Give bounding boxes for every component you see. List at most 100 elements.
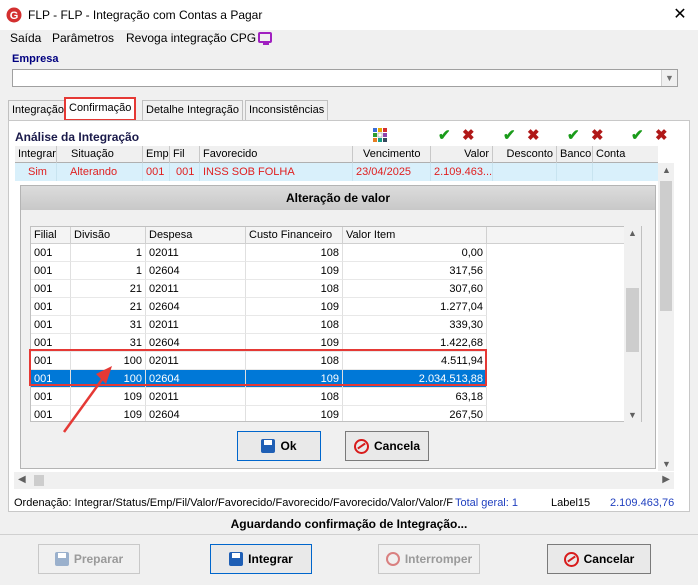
col-vencimento[interactable]: Vencimento [353, 146, 431, 163]
cell-custo: 108 [246, 280, 343, 298]
check-all-integrar-icon[interactable]: ✔ [438, 126, 451, 144]
cell-situacao: Alterando [57, 163, 143, 181]
preparar-button-label: Preparar [73, 552, 124, 566]
scroll-thumb[interactable] [660, 181, 672, 311]
scroll-thumb[interactable] [626, 288, 639, 352]
cell-filial: 001 [31, 280, 71, 298]
empresa-select[interactable]: ▼ [12, 69, 678, 87]
cell-banco [557, 163, 593, 181]
table-row[interactable]: 001 1 02011 108 0,00 [31, 244, 487, 262]
table-row[interactable]: 001 21 02011 108 307,60 [31, 280, 487, 298]
col-situacao[interactable]: Situação [57, 146, 143, 163]
cancela-button[interactable]: Cancela [345, 431, 429, 461]
uncheck-all-conta-icon[interactable]: ✖ [655, 126, 668, 144]
preparar-button[interactable]: Preparar [38, 544, 140, 574]
table-row[interactable]: 001 1 02604 109 317,56 [31, 262, 487, 280]
menu-saida[interactable]: Saída [10, 31, 41, 45]
uncheck-all-desconto-icon[interactable]: ✖ [527, 126, 540, 144]
app-logo-icon: G [6, 7, 22, 23]
cell-filial: 001 [31, 298, 71, 316]
scroll-thumb[interactable] [34, 475, 44, 486]
cell-valor-item[interactable]: 339,30 [343, 316, 487, 334]
scroll-down-icon[interactable]: ▼ [662, 459, 671, 469]
chevron-down-icon[interactable]: ▼ [661, 70, 677, 86]
cell-fil: 001 [170, 163, 200, 181]
total-geral: Total geral: 1 [455, 497, 518, 509]
tab-integracao[interactable]: Integração [8, 100, 68, 120]
col-blank [487, 227, 641, 244]
col-fil[interactable]: Fil [170, 146, 200, 163]
col-filial[interactable]: Filial [31, 227, 71, 244]
cell-despesa: 02604 [146, 406, 246, 421]
alteracao-vertical-scrollbar[interactable]: ▲ ▼ [624, 226, 641, 422]
footer-message: Aguardando confirmação de Integração... [230, 517, 468, 531]
col-divisao[interactable]: Divisão [71, 227, 146, 244]
table-row[interactable]: 001 21 02604 109 1.277,04 [31, 298, 487, 316]
cell-valor-item[interactable]: 307,60 [343, 280, 487, 298]
check-all-desconto-icon[interactable]: ✔ [503, 126, 516, 144]
cell-integrar: Sim [15, 163, 57, 181]
cancel-icon [563, 551, 579, 567]
cell-valor-item[interactable]: 1.277,04 [343, 298, 487, 316]
col-conta[interactable]: Conta [593, 146, 658, 163]
monitor-icon[interactable] [258, 32, 272, 45]
scroll-up-icon[interactable]: ▲ [628, 228, 637, 238]
cell-valor-item[interactable]: 267,50 [343, 406, 487, 421]
interromper-button[interactable]: Interromper [378, 544, 480, 574]
cell-despesa: 02604 [146, 298, 246, 316]
interromper-button-label: Interromper [404, 552, 473, 566]
scroll-down-icon[interactable]: ▼ [628, 410, 637, 420]
tab-inconsistencias[interactable]: Inconsistências [245, 100, 329, 120]
cell-custo: 109 [246, 406, 343, 421]
cancelar-button[interactable]: Cancelar [547, 544, 651, 574]
table-row[interactable]: 001 31 02011 108 339,30 [31, 316, 487, 334]
tab-detalhe-integracao[interactable]: Detalhe Integração [142, 100, 243, 120]
separator [0, 534, 698, 535]
cell-conta [593, 163, 658, 181]
col-desconto[interactable]: Desconto [493, 146, 557, 163]
uncheck-all-integrar-icon[interactable]: ✖ [462, 126, 475, 144]
integrar-button[interactable]: Integrar [210, 544, 312, 574]
window-title: FLP - FLP - Integração com Contas a Paga… [28, 8, 263, 22]
col-custo-financeiro[interactable]: Custo Financeiro [246, 227, 343, 244]
grid-color-icon[interactable] [372, 127, 388, 143]
analise-grid-header: Integrar Situação Emp Fil Favorecido Ven… [15, 146, 658, 163]
check-all-conta-icon[interactable]: ✔ [631, 126, 644, 144]
col-emp[interactable]: Emp [143, 146, 170, 163]
integrar-button-label: Integrar [248, 552, 293, 566]
uncheck-all-banco-icon[interactable]: ✖ [591, 126, 604, 144]
col-integrar[interactable]: Integrar [15, 146, 57, 163]
cell-vencimento: 23/04/2025 [353, 163, 431, 181]
close-window-icon[interactable]: ✕ [668, 4, 692, 26]
menu-parametros[interactable]: Parâmetros [52, 31, 114, 45]
scroll-left-icon[interactable]: ◀ [18, 474, 26, 485]
dialog-title: Alteração de valor [21, 186, 655, 210]
check-all-banco-icon[interactable]: ✔ [567, 126, 580, 144]
ok-button[interactable]: Ok [237, 431, 321, 461]
cell-divisao: 1 [71, 262, 146, 280]
col-valor-item[interactable]: Valor Item [343, 227, 487, 244]
cell-divisao: 21 [71, 280, 146, 298]
col-valor[interactable]: Valor [431, 146, 493, 163]
tab-confirmacao[interactable]: Confirmação [64, 97, 137, 121]
cell-divisao: 1 [71, 244, 146, 262]
col-favorecido[interactable]: Favorecido [200, 146, 353, 163]
analise-vertical-scrollbar[interactable]: ▲ ▼ [658, 163, 674, 471]
cell-custo: 108 [246, 316, 343, 334]
cell-valor-item[interactable]: 317,56 [343, 262, 487, 280]
cell-filial: 001 [31, 262, 71, 280]
analise-horizontal-scrollbar[interactable]: ◀ ▶ [14, 472, 674, 489]
cell-custo: 108 [246, 388, 343, 406]
cell-valor-item[interactable]: 0,00 [343, 244, 487, 262]
col-banco[interactable]: Banco [557, 146, 593, 163]
cell-valor-item[interactable]: 63,18 [343, 388, 487, 406]
table-row[interactable]: Sim Alterando 001 001 INSS SOB FOLHA 23/… [15, 163, 658, 181]
scroll-right-icon[interactable]: ▶ [662, 474, 670, 485]
menu-revoga-integracao[interactable]: Revoga integração CPG [126, 31, 256, 45]
col-despesa[interactable]: Despesa [146, 227, 246, 244]
scroll-up-icon[interactable]: ▲ [662, 165, 671, 175]
cell-despesa: 02011 [146, 388, 246, 406]
cell-custo: 109 [246, 262, 343, 280]
svg-text:G: G [10, 10, 19, 22]
cell-despesa: 02011 [146, 316, 246, 334]
